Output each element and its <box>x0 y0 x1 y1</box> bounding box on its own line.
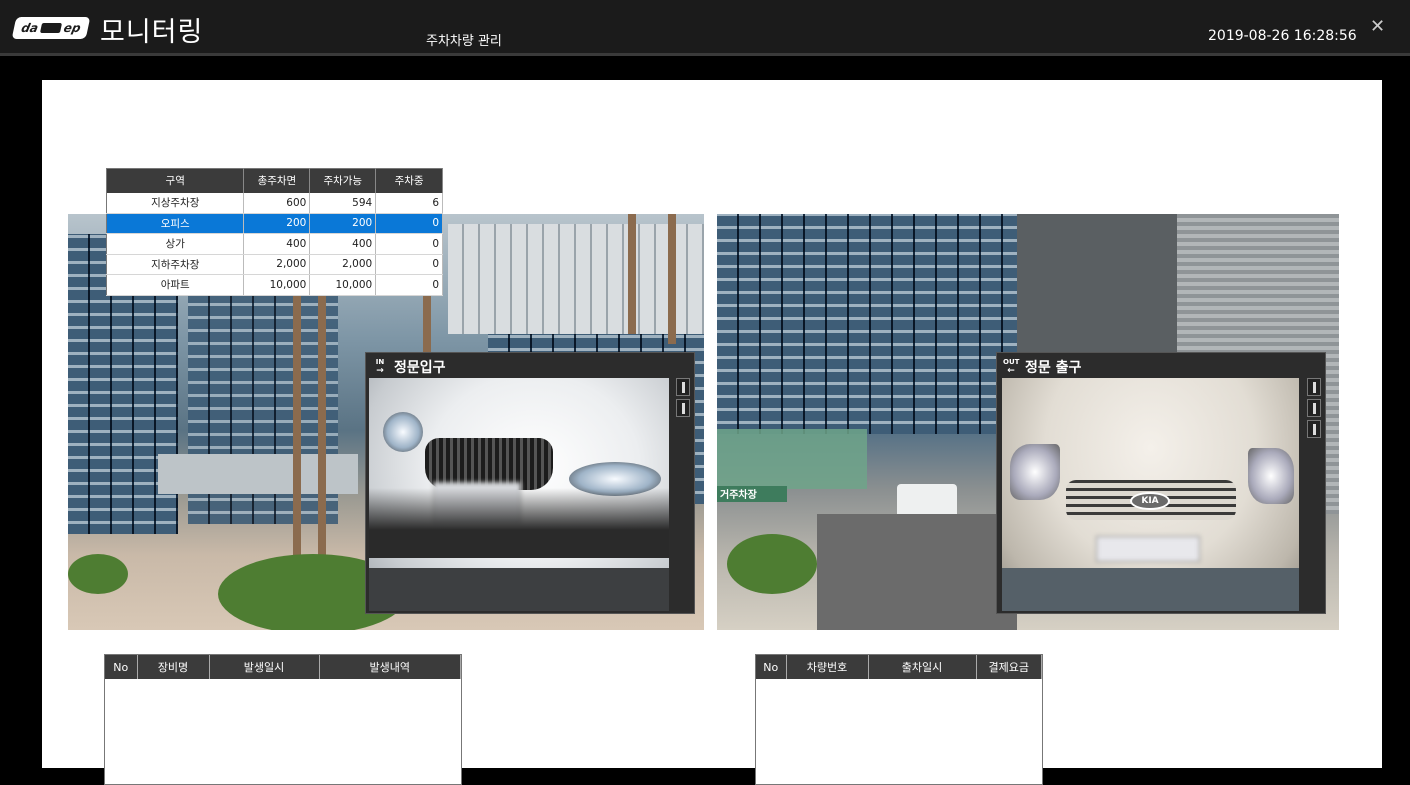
parking-sign: 거주차장 <box>717 486 787 502</box>
table-row[interactable]: 아파트 10,000 10,000 0 <box>106 274 443 296</box>
tree-trunk <box>628 214 636 334</box>
occupied-spaces-cell: 0 <box>375 213 443 234</box>
current-datetime: 2019-08-26 16:28:56 <box>1208 28 1357 44</box>
exit-camera-panel: OUT ← 정문 출구 KIA <box>996 352 1326 614</box>
ground <box>369 568 669 611</box>
exit-camera-title: 정문 출구 <box>1025 359 1082 376</box>
vehicle-exit-log[interactable]: No 차량번호 출차일시 결제요금 <box>755 654 1043 785</box>
license-plate-blurred <box>1096 536 1200 562</box>
entry-arrow-icon: IN → <box>375 357 385 376</box>
column-header: 출차일시 <box>868 655 977 679</box>
canopy <box>158 454 358 494</box>
logo-bar-icon <box>39 23 63 33</box>
tree-trunk <box>668 214 676 344</box>
monitoring-stage: 거주차장 IN → 정문입구 OUT ← 정문 출구 KIA 구역 총주차면 주… <box>6 60 1403 785</box>
equipment-event-log[interactable]: No 장비명 발생일시 발생내역 <box>104 654 462 785</box>
available-spaces-cell: 200 <box>309 213 377 234</box>
table-row[interactable]: 지하주차장 2,000 2,000 0 <box>106 254 443 275</box>
parking-zone-table: 구역 총주차면 주차가능 주차중 지상주차장 600 594 6 오피스 200… <box>106 168 443 296</box>
total-spaces-cell: 2,000 <box>243 254 311 275</box>
car-headlight <box>1248 448 1294 504</box>
exit-barrier-down-button[interactable] <box>1307 399 1321 417</box>
exit-camera-feed[interactable]: KIA <box>1002 378 1299 611</box>
dabeep-logo: da ep <box>11 17 91 39</box>
logo-text-right: ep <box>62 21 83 35</box>
zone-name-cell: 지하주차장 <box>106 254 245 275</box>
exit-barrier-hold-button[interactable] <box>1307 420 1321 438</box>
entrance-camera-feed[interactable] <box>369 378 669 611</box>
title-bar: da ep 모니터링 주차차량 관리 2019-08-26 16:28:56 ✕ <box>0 0 1410 56</box>
ground <box>1002 568 1299 611</box>
total-spaces-cell: 200 <box>243 213 311 234</box>
hedge <box>727 534 817 594</box>
total-spaces-cell: 10,000 <box>243 274 311 296</box>
road <box>817 514 1017 630</box>
green-canopy <box>717 429 867 489</box>
column-header: 발생일시 <box>209 655 320 679</box>
table-row-selected[interactable]: 오피스 200 200 0 <box>106 213 443 234</box>
total-spaces-cell: 600 <box>243 192 311 214</box>
available-spaces-cell: 10,000 <box>309 274 377 296</box>
column-header: 구역 <box>106 168 245 193</box>
kia-badge: KIA <box>1130 492 1170 510</box>
zone-name-cell: 아파트 <box>106 274 245 296</box>
table-header-row: No 차량번호 출차일시 결제요금 <box>756 655 1042 679</box>
exit-camera-header: OUT ← 정문 출구 <box>997 353 1325 377</box>
zone-name-cell: 지상주차장 <box>106 192 245 214</box>
entrance-camera-title: 정문입구 <box>394 359 446 376</box>
occupied-spaces-cell: 0 <box>375 274 443 296</box>
car-headlight <box>383 412 423 452</box>
column-header: 차량번호 <box>786 655 869 679</box>
entrance-barrier-down-button[interactable] <box>676 399 690 417</box>
column-header: No <box>105 655 138 679</box>
logo-text-left: da <box>19 21 40 35</box>
column-header: 발생내역 <box>319 655 461 679</box>
building-white-panels <box>448 224 704 334</box>
exit-arrow-icon: OUT ← <box>1003 357 1020 376</box>
car-bumper <box>369 488 669 558</box>
available-spaces-cell: 594 <box>309 192 377 214</box>
hedge <box>68 554 128 594</box>
column-header: No <box>756 655 787 679</box>
close-button[interactable]: ✕ <box>1370 16 1385 37</box>
table-row[interactable]: 지상주차장 600 594 6 <box>106 192 443 214</box>
zone-name-cell: 상가 <box>106 233 245 255</box>
column-header: 주차중 <box>375 168 443 193</box>
occupied-spaces-cell: 0 <box>375 233 443 255</box>
column-header: 결제요금 <box>976 655 1042 679</box>
column-header: 주차가능 <box>309 168 377 193</box>
table-row[interactable]: 상가 400 400 0 <box>106 233 443 255</box>
total-spaces-cell: 400 <box>243 233 311 255</box>
building-glass-facade <box>717 214 1017 434</box>
available-spaces-cell: 2,000 <box>309 254 377 275</box>
occupied-spaces-cell: 6 <box>375 192 443 214</box>
table-header-row: 구역 총주차면 주차가능 주차중 <box>106 168 443 193</box>
monitoring-canvas: 거주차장 IN → 정문입구 OUT ← 정문 출구 KIA 구역 총주차면 주… <box>42 80 1382 785</box>
entrance-barrier-up-button[interactable] <box>676 378 690 396</box>
app-title: 모니터링 <box>100 17 204 48</box>
available-spaces-cell: 400 <box>309 233 377 255</box>
table-header-row: No 장비명 발생일시 발생내역 <box>105 655 461 679</box>
column-header: 장비명 <box>137 655 210 679</box>
page-subtitle: 주차차량 관리 <box>426 34 502 49</box>
entrance-camera-header: IN → 정문입구 <box>366 353 694 377</box>
column-header: 총주차면 <box>243 168 311 193</box>
exit-barrier-up-button[interactable] <box>1307 378 1321 396</box>
zone-name-cell: 오피스 <box>106 213 245 234</box>
entrance-camera-panel: IN → 정문입구 <box>365 352 695 614</box>
car-headlight <box>1010 444 1060 500</box>
occupied-spaces-cell: 0 <box>375 254 443 275</box>
